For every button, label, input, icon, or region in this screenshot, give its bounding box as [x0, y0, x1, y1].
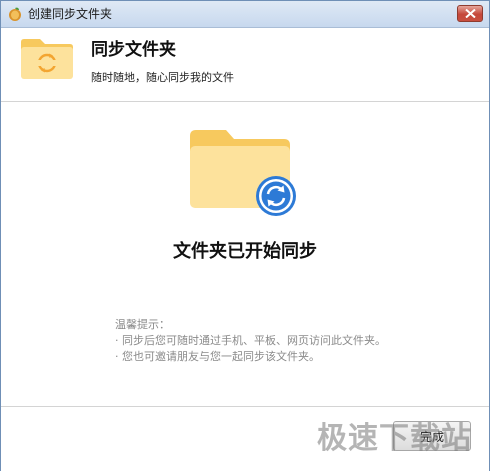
title-bar[interactable]: 创建同步文件夹: [1, 1, 489, 28]
folder-sync-icon: [188, 128, 300, 222]
header-title: 同步文件夹: [91, 40, 176, 60]
tips-heading: 温馨提示：: [115, 318, 170, 331]
close-button[interactable]: [457, 5, 483, 22]
tip-item: · 您也可邀请朋友与您一起同步该文件夹。: [115, 350, 320, 363]
tip-item: · 同步后您可随时通过手机、平板、网页访问此文件夹。: [115, 334, 386, 347]
watermark-logo: 极速下载站: [317, 421, 472, 456]
window-title: 创建同步文件夹: [28, 7, 113, 21]
sync-folder-icon: [20, 38, 74, 84]
close-icon: [465, 9, 476, 18]
tips-panel: 温馨提示： · 同步后您可随时通过手机、平板、网页访问此文件夹。 · 您也可邀请…: [115, 317, 386, 365]
app-logo-icon: [7, 6, 23, 22]
header-panel: 同步文件夹 随时随地，随心同步我的文件: [1, 28, 489, 102]
header-subtitle: 随时随地，随心同步我的文件: [91, 71, 234, 84]
sync-status-text: 文件夹已开始同步: [173, 241, 317, 262]
dialog-window: 创建同步文件夹 同步文件夹 随时随地，随心同步我的文件 文件夹已开始同步 温馨提…: [0, 0, 490, 471]
